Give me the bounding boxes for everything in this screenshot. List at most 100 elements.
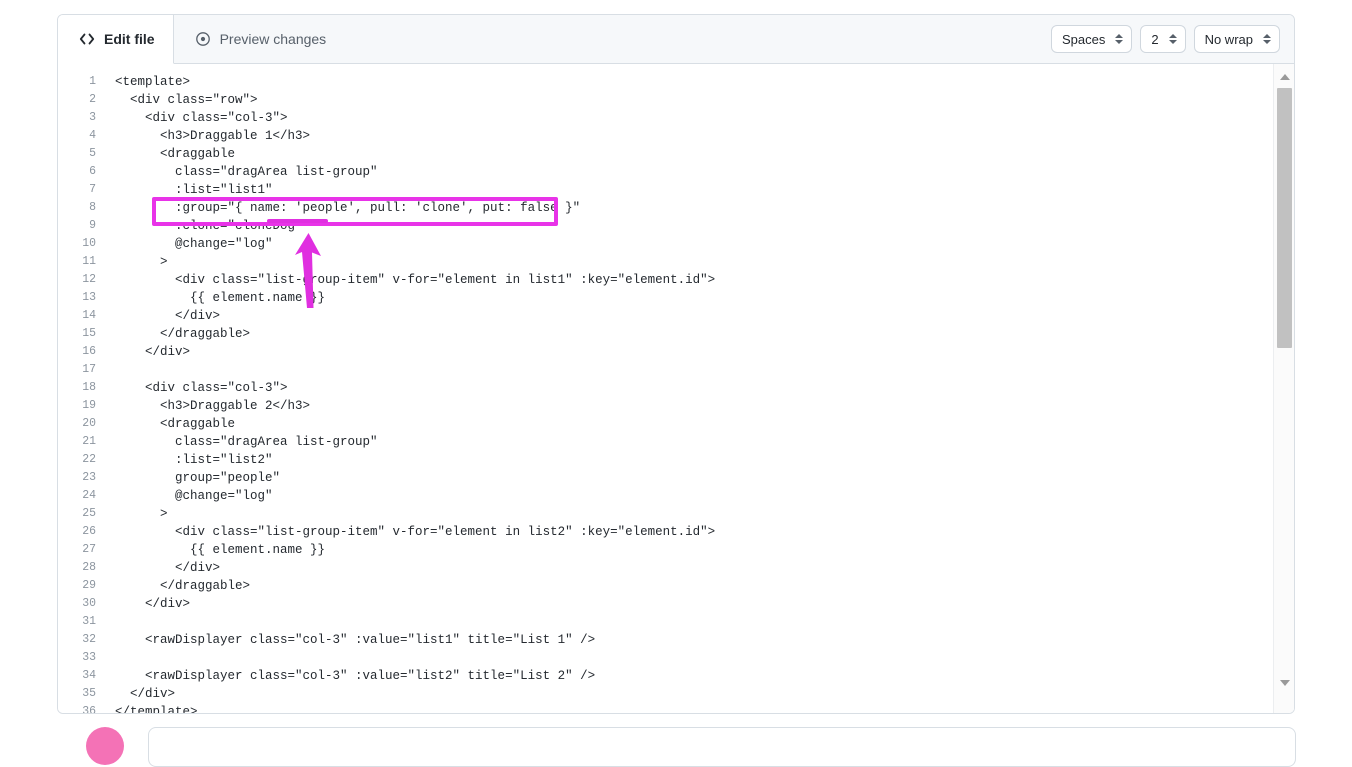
wrap-mode-select[interactable]: No wrap [1193,25,1280,53]
message-input[interactable] [148,727,1296,767]
chevron-updown-icon [1115,34,1124,44]
code-line: 23 group="people" [58,469,1272,487]
line-content[interactable]: class="dragArea list-group" [96,433,378,451]
code-line: 21 class="dragArea list-group" [58,433,1272,451]
line-content[interactable]: </div> [96,307,220,325]
line-content[interactable]: <div class="list-group-item" v-for="elem… [96,271,715,289]
chevron-updown-icon [1168,34,1177,44]
code-line: 2 <div class="row"> [58,91,1272,109]
line-content[interactable]: @change="log" [96,487,273,505]
vertical-scrollbar[interactable] [1273,64,1294,713]
indent-mode-select[interactable]: Spaces [1050,25,1133,53]
eye-icon [194,30,212,48]
line-content[interactable]: @change="log" [96,235,273,253]
line-content[interactable]: <div class="col-3"> [96,379,288,397]
line-content[interactable]: class="dragArea list-group" [96,163,378,181]
file-editor-card: Edit file Preview changes Spaces 2 No wr… [57,14,1295,714]
code-line: 33 [58,649,1272,667]
code-line: 17 [58,361,1272,379]
line-number: 17 [82,363,96,376]
line-content[interactable]: </div> [96,595,190,613]
line-number: 10 [82,237,96,250]
line-number: 12 [82,273,96,286]
line-number: 21 [82,435,96,448]
line-content[interactable]: > [96,253,168,271]
line-content[interactable]: :list="list1" [96,181,273,199]
line-number: 28 [82,561,96,574]
line-content[interactable]: <div class="col-3"> [96,109,288,127]
line-content[interactable]: </draggable> [96,325,250,343]
line-number: 36 [82,705,96,714]
tab-edit-file-label: Edit file [104,31,155,47]
tab-preview-changes[interactable]: Preview changes [174,15,345,63]
code-line: 30 </div> [58,595,1272,613]
user-avatar[interactable] [86,727,124,765]
code-line: 10 @change="log" [58,235,1272,253]
line-number: 3 [89,111,96,124]
line-number: 35 [82,687,96,700]
code-line: 3 <div class="col-3"> [58,109,1272,127]
line-number: 32 [82,633,96,646]
line-content[interactable]: {{ element.name }} [96,541,325,559]
line-content[interactable]: <rawDisplayer class="col-3" :value="list… [96,667,595,685]
code-editor-area[interactable]: 1 <template> 2 <div class="row"> 3 <div cla… [58,64,1294,714]
line-content[interactable]: <div class="row"> [96,91,258,109]
chevron-updown-icon [1263,34,1271,44]
line-content[interactable] [96,649,115,667]
line-content[interactable]: </div> [96,343,190,361]
indent-size-select[interactable]: 2 [1140,25,1186,53]
line-content[interactable] [96,613,115,631]
line-content[interactable]: :clone="cloneDog" [96,217,303,235]
line-number: 34 [82,669,96,682]
line-number: 16 [82,345,96,358]
line-number: 29 [82,579,96,592]
code-line: 5 <draggable [58,145,1272,163]
line-number: 33 [82,651,96,664]
line-content[interactable]: > [96,505,168,523]
line-number: 22 [82,453,96,466]
code-line: 12 <div class="list-group-item" v-for="e… [58,271,1272,289]
code-line: 24 @change="log" [58,487,1272,505]
line-content[interactable]: :list="list2" [96,451,273,469]
line-number: 26 [82,525,96,538]
code-line: 14 </div> [58,307,1272,325]
line-content[interactable]: <h3>Draggable 2</h3> [96,397,310,415]
line-number: 15 [82,327,96,340]
code-line: 19 <h3>Draggable 2</h3> [58,397,1272,415]
line-content[interactable]: {{ element.name }} [96,289,325,307]
line-number: 9 [89,219,96,232]
line-content[interactable]: <template> [96,73,190,91]
line-number: 30 [82,597,96,610]
line-number: 18 [82,381,96,394]
code-line: 9 :clone="cloneDog" [58,217,1272,235]
line-content[interactable] [96,361,115,379]
line-content[interactable]: <rawDisplayer class="col-3" :value="list… [96,631,595,649]
line-content[interactable]: </div> [96,559,220,577]
line-content[interactable]: <h3>Draggable 1</h3> [96,127,310,145]
code-line: 20 <draggable [58,415,1272,433]
line-content[interactable]: </template> [96,703,198,713]
scroll-down-arrow-icon[interactable] [1274,674,1294,692]
line-number: 20 [82,417,96,430]
code-line: 26 <div class="list-group-item" v-for="e… [58,523,1272,541]
line-content[interactable]: :group="{ name: 'people', pull: 'clone',… [96,199,580,217]
code-line: 31 [58,613,1272,631]
line-number: 4 [89,129,96,142]
indent-size-value: 2 [1151,31,1159,47]
tab-preview-changes-label: Preview changes [219,31,327,47]
tab-edit-file[interactable]: Edit file [58,15,174,64]
line-content[interactable]: </draggable> [96,577,250,595]
code-line: 11 > [58,253,1272,271]
line-content[interactable]: </div> [96,685,175,703]
line-content[interactable]: group="people" [96,469,280,487]
code-line: 1 <template> [58,73,1272,91]
code-scroll-viewport: 1 <template> 2 <div class="row"> 3 <div cla… [58,64,1272,714]
line-content[interactable]: <draggable [96,415,235,433]
scroll-up-arrow-icon[interactable] [1274,68,1294,86]
line-number: 2 [89,93,96,106]
line-content[interactable]: <draggable [96,145,235,163]
line-content[interactable]: <div class="list-group-item" v-for="elem… [96,523,715,541]
scrollbar-thumb[interactable] [1277,88,1292,348]
code-line: 8 :group="{ name: 'people', pull: 'clone… [58,199,1272,217]
line-number: 7 [89,183,96,196]
